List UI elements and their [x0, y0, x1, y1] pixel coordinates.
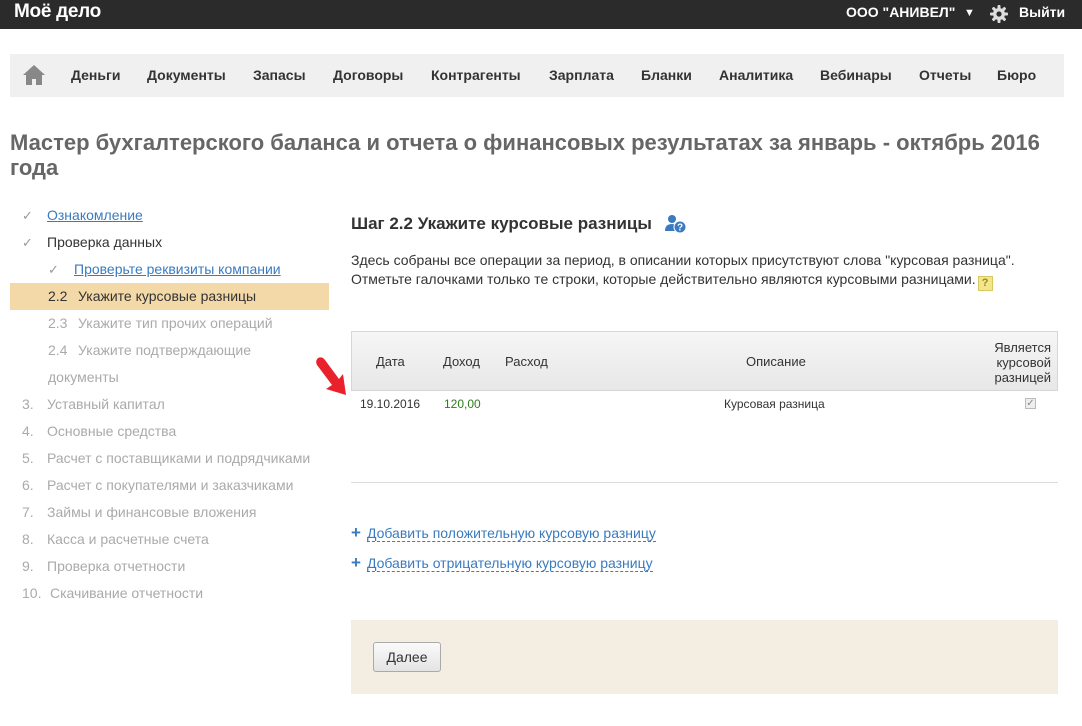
main-nav: Деньги Документы Запасы Договоры Контраг…	[10, 54, 1064, 97]
row-description: Курсовая разница	[724, 397, 825, 411]
company-selector[interactable]: ООО "АНИВЕЛ"	[846, 4, 955, 20]
step-fixed-assets: 4. Основные средства	[22, 423, 176, 439]
nav-item-contracts[interactable]: Договоры	[333, 67, 403, 83]
step-fx-differences-label: Укажите курсовые разницы	[78, 288, 257, 304]
step-number: 7.	[22, 504, 34, 520]
row-income: 120,00	[444, 397, 481, 411]
add-positive-fx-label[interactable]: Добавить положительную курсовую разницу	[366, 525, 656, 542]
plus-icon: +	[351, 553, 361, 572]
step-number: 2.4	[48, 342, 68, 358]
add-positive-fx-link[interactable]: + Добавить положительную курсовую разницу	[351, 523, 656, 543]
divider	[351, 482, 1058, 483]
question-icon[interactable]: ?	[977, 276, 993, 291]
step-number: 5.	[22, 450, 34, 466]
table-header: Дата Доход Расход Описание Является курс…	[351, 331, 1058, 391]
step-customers: 6. Расчет с покупателями и заказчиками	[22, 477, 293, 493]
step-other-operations-label: Укажите тип прочих операций	[78, 315, 273, 331]
step-description: Здесь собраны все операции за период, в …	[351, 251, 1051, 291]
nav-item-money[interactable]: Деньги	[71, 67, 120, 83]
check-icon: ✓	[22, 235, 33, 250]
step-title: Шаг 2.2 Укажите курсовые разницы	[351, 214, 652, 233]
step-number: 9.	[22, 558, 34, 574]
step-data-check: ✓ Проверка данных	[22, 234, 162, 251]
nav-item-stock[interactable]: Запасы	[253, 67, 306, 83]
step-cash: 8. Касса и расчетные счета	[22, 531, 209, 547]
column-expense: Расход	[505, 354, 548, 369]
step-supporting-docs-line2: документы	[48, 369, 119, 385]
nav-item-bureau[interactable]: Бюро	[997, 67, 1036, 83]
step-customers-label: Расчет с покупателями и заказчиками	[47, 477, 294, 493]
step-data-check-label: Проверка данных	[47, 234, 163, 250]
user-help-icon[interactable]: ?	[665, 214, 687, 234]
column-is-fx-line3: разницей	[994, 370, 1051, 385]
description-line-1: Здесь собраны все операции за период, в …	[351, 252, 1015, 268]
add-negative-fx-label[interactable]: Добавить отрицательную курсовую разницу	[366, 555, 653, 572]
step-suppliers-label: Расчет с поставщиками и подрядчиками	[47, 450, 311, 466]
home-icon[interactable]	[22, 64, 46, 86]
plus-icon: +	[351, 523, 361, 542]
row-date: 19.10.2016	[360, 397, 421, 411]
description-line-2-text: Отметьте галочками только те строки, кот…	[351, 271, 976, 287]
column-is-fx-line2: курсовой	[996, 355, 1051, 370]
step-number: 6.	[22, 477, 34, 493]
step-fixed-assets-label: Основные средства	[47, 423, 177, 439]
step-intro-link[interactable]: Ознакомление	[47, 207, 143, 223]
check-icon: ✓	[22, 208, 33, 223]
row-fx-checkbox[interactable]: ✓	[1025, 398, 1036, 409]
logout-link[interactable]: Выйти	[1019, 4, 1065, 20]
step-loans-label: Займы и финансовые вложения	[47, 504, 257, 520]
step-number: 8.	[22, 531, 34, 547]
step-download-label: Скачивание отчетности	[50, 585, 204, 601]
nav-item-counterparties[interactable]: Контрагенты	[431, 67, 521, 83]
step-number: 4.	[22, 423, 34, 439]
nav-item-forms[interactable]: Бланки	[641, 67, 692, 83]
nav-item-reports[interactable]: Отчеты	[919, 67, 971, 83]
nav-item-webinars[interactable]: Вебинары	[820, 67, 892, 83]
svg-text:?: ?	[677, 223, 683, 234]
description-line-2: Отметьте галочками только те строки, кот…	[351, 270, 1051, 291]
step-number: 2.3	[48, 315, 68, 331]
page-title: Мастер бухгалтерского баланса и отчета о…	[10, 130, 1040, 180]
nav-item-documents[interactable]: Документы	[147, 67, 226, 83]
step-intro[interactable]: ✓ Ознакомление	[22, 207, 143, 224]
column-is-fx-difference: Является курсовой разницей	[981, 340, 1051, 385]
step-other-operations: 2.3 Укажите тип прочих операций	[48, 315, 273, 331]
step-download: 10. Скачивание отчетности	[22, 585, 203, 601]
step-cash-label: Касса и расчетные счета	[47, 531, 209, 547]
step-capital: 3. Уставный капитал	[22, 396, 165, 412]
step-fx-differences: 2.2 Укажите курсовые разницы	[48, 288, 256, 304]
step-capital-label: Уставный капитал	[47, 396, 165, 412]
step-number: 3.	[22, 396, 34, 412]
column-date: Дата	[376, 354, 405, 369]
gear-icon[interactable]	[989, 4, 1009, 24]
column-income: Доход	[443, 354, 480, 369]
step-supporting-docs: 2.4 Укажите подтверждающие	[48, 342, 251, 358]
step-report-check: 9. Проверка отчетности	[22, 558, 185, 574]
column-description: Описание	[746, 354, 806, 369]
step-company-details[interactable]: ✓ Проверьте реквизиты компании	[48, 261, 281, 278]
step-suppliers: 5. Расчет с поставщиками и подрядчиками	[22, 450, 310, 466]
step-supporting-docs-label: Укажите подтверждающие	[78, 342, 252, 358]
red-arrow-icon	[316, 357, 346, 395]
step-report-check-label: Проверка отчетности	[47, 558, 186, 574]
check-icon: ✓	[48, 262, 59, 277]
add-negative-fx-link[interactable]: + Добавить отрицательную курсовую разницу	[351, 553, 653, 573]
footer-panel: Далее	[351, 620, 1058, 694]
nav-item-analytics[interactable]: Аналитика	[719, 67, 793, 83]
step-number: 10.	[22, 585, 42, 601]
next-button[interactable]: Далее	[373, 642, 441, 672]
nav-item-salary[interactable]: Зарплата	[549, 67, 614, 83]
step-number: 2.2	[48, 288, 68, 304]
column-is-fx-line1: Является	[994, 340, 1051, 355]
step-company-details-link[interactable]: Проверьте реквизиты компании	[74, 261, 281, 277]
step-loans: 7. Займы и финансовые вложения	[22, 504, 256, 520]
top-bar: Моё дело ООО "АНИВЕЛ" ▼ Выйти	[0, 0, 1082, 29]
chevron-down-icon[interactable]: ▼	[964, 7, 975, 19]
logo[interactable]: Моё дело	[14, 1, 101, 23]
